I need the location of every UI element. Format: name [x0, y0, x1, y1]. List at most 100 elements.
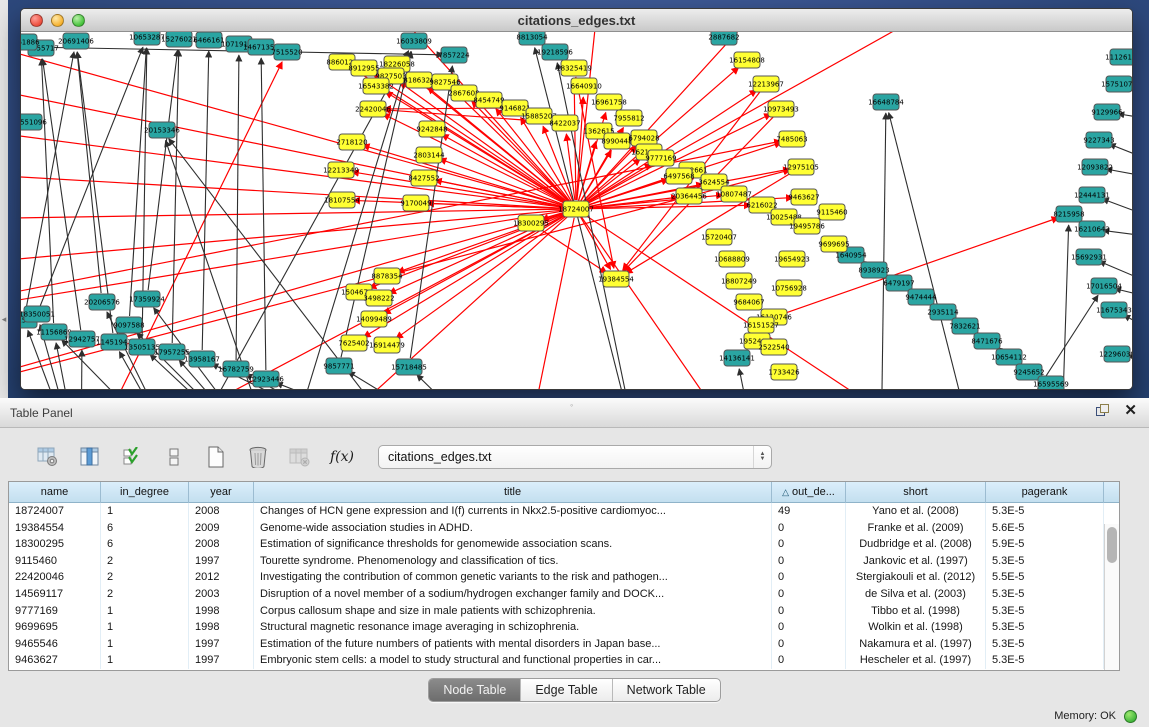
- column-header-in_degree[interactable]: in_degree: [101, 482, 189, 503]
- graph-node[interactable]: 16033809: [396, 33, 432, 49]
- select-columns-button[interactable]: [76, 443, 104, 471]
- graph-node[interactable]: 12213349: [323, 162, 359, 178]
- float-panel-icon[interactable]: [1096, 404, 1110, 418]
- table-select-dropdown[interactable]: citations_edges.txt ▲▼: [378, 445, 772, 469]
- column-header-title[interactable]: title: [254, 482, 772, 503]
- graph-node[interactable]: 11126121: [1105, 49, 1132, 65]
- graph-node[interactable]: 17016504: [1086, 278, 1122, 294]
- table-settings-button[interactable]: [34, 443, 62, 471]
- graph-node[interactable]: 9115460: [816, 204, 847, 220]
- graph-node[interactable]: 8878354: [371, 268, 403, 284]
- graph-node[interactable]: 13958167: [184, 351, 220, 367]
- graph-node[interactable]: 7625402: [338, 335, 369, 351]
- graph-node[interactable]: 15692931: [1071, 249, 1107, 265]
- tab-node-table[interactable]: Node Table: [429, 679, 520, 701]
- split-pane-handle[interactable]: ◦: [570, 400, 573, 410]
- graph-node[interactable]: 12923446: [248, 371, 284, 387]
- graph-node[interactable]: 16640910: [566, 78, 602, 94]
- graph-node[interactable]: 12444131: [1074, 187, 1110, 203]
- graph-node[interactable]: 7857224: [438, 47, 470, 63]
- table-row[interactable]: 1830029562008Estimation of significance …: [9, 536, 1119, 553]
- column-header-pagerank[interactable]: pagerank: [986, 482, 1104, 503]
- tab-edge-table[interactable]: Edge Table: [520, 679, 611, 701]
- graph-node[interactable]: 9097588: [113, 317, 144, 333]
- graph-node[interactable]: 18325419: [556, 60, 592, 76]
- graph-node[interactable]: 6479197: [883, 275, 914, 291]
- network-window-titlebar[interactable]: citations_edges.txt: [21, 9, 1132, 32]
- graph-node[interactable]: 15718485: [391, 359, 427, 375]
- graph-node[interactable]: 20551096: [21, 114, 47, 130]
- graph-node[interactable]: 16648784: [868, 94, 904, 110]
- graph-node[interactable]: 15751074: [1101, 76, 1132, 92]
- memory-ok-indicator[interactable]: [1124, 710, 1137, 723]
- graph-node[interactable]: 19654923: [774, 251, 810, 267]
- graph-node[interactable]: 16914479: [369, 337, 405, 353]
- graph-node[interactable]: 20691406: [58, 33, 94, 49]
- table-row[interactable]: 946554611997Estimation of the future num…: [9, 636, 1119, 653]
- graph-node[interactable]: 18807249: [721, 273, 757, 289]
- table-row[interactable]: 2242004622012Investigating the contribut…: [9, 569, 1119, 586]
- graph-node[interactable]: 20206576: [84, 294, 120, 310]
- graph-node[interactable]: 7955812: [613, 110, 644, 126]
- graph-node[interactable]: 8427552: [408, 170, 439, 186]
- graph-node[interactable]: 14136141: [719, 350, 755, 366]
- graph-node[interactable]: 10654112: [991, 349, 1027, 365]
- close-panel-icon[interactable]: ✕: [1124, 404, 1137, 418]
- graph-node[interactable]: 8813054: [516, 32, 548, 45]
- graph-node[interactable]: 12975105: [783, 159, 819, 175]
- graph-node[interactable]: 7832621: [949, 318, 980, 334]
- graph-node[interactable]: 7485063: [776, 131, 807, 147]
- graph-node[interactable]: 18300295: [513, 215, 549, 231]
- graph-node[interactable]: 6497568: [663, 168, 694, 184]
- graph-node[interactable]: 9170049: [400, 195, 431, 211]
- graph-node[interactable]: 9227343: [1083, 132, 1114, 148]
- table-row[interactable]: 1872400712008Changes of HCN gene express…: [9, 503, 1119, 520]
- column-header-name[interactable]: name: [9, 482, 101, 503]
- graph-node[interactable]: 20153346: [144, 122, 180, 138]
- graph-node[interactable]: 15276021: [161, 32, 197, 47]
- graph-node[interactable]: 9474444: [905, 289, 937, 305]
- graph-node[interactable]: 19384554: [598, 271, 634, 287]
- tab-network-table[interactable]: Network Table: [612, 679, 720, 701]
- vertical-scrollbar[interactable]: [1104, 524, 1119, 670]
- table-row[interactable]: 1938455462009Genome-wide association stu…: [9, 520, 1119, 537]
- graph-node[interactable]: 16961758: [591, 94, 627, 110]
- table-row[interactable]: 946362711997Embryonic stem cells: a mode…: [9, 652, 1119, 669]
- network-view-canvas[interactable]: 1405571720691406106532871527602164661611…: [21, 32, 1132, 389]
- delete-rows-button[interactable]: [244, 443, 272, 471]
- column-header-out_de[interactable]: △out_de...: [772, 482, 846, 503]
- graph-node[interactable]: 2718120: [336, 134, 367, 150]
- column-header-short[interactable]: short: [846, 482, 986, 503]
- graph-node[interactable]: 12093822: [1077, 159, 1113, 175]
- graph-node[interactable]: 9242848: [416, 121, 447, 137]
- graph-node[interactable]: 8215958: [1053, 206, 1084, 222]
- graph-node[interactable]: 2887682: [708, 32, 739, 45]
- graph-node[interactable]: 1733426: [768, 364, 800, 380]
- graph-node[interactable]: 14099489: [356, 311, 392, 327]
- table-row[interactable]: 977716911998Corpus callosum shape and si…: [9, 603, 1119, 620]
- graph-node[interactable]: 22420046: [355, 101, 391, 117]
- create-table-button[interactable]: [202, 443, 230, 471]
- graph-node[interactable]: 12296039: [1099, 346, 1132, 362]
- graph-node[interactable]: 8471676: [971, 333, 1003, 349]
- graph-node[interactable]: 10653287: [129, 32, 165, 45]
- graph-node[interactable]: 17359924: [129, 291, 165, 307]
- graph-node[interactable]: 8938923: [858, 262, 889, 278]
- table-row[interactable]: 911546021997Tourette syndrome. Phenomeno…: [9, 553, 1119, 570]
- table-row[interactable]: 1456911722003Disruption of a novel membe…: [9, 586, 1119, 603]
- scrollbar-thumb[interactable]: [1107, 527, 1117, 563]
- graph-node[interactable]: 10688809: [714, 251, 750, 267]
- graph-node[interactable]: 11675343: [1096, 302, 1132, 318]
- graph-node[interactable]: 10756928: [771, 280, 807, 296]
- graph-node[interactable]: 12942757: [64, 331, 100, 347]
- graph-node[interactable]: 6466161: [193, 32, 224, 48]
- graph-node[interactable]: 8422037: [549, 115, 580, 131]
- graph-node[interactable]: 9699695: [818, 236, 849, 252]
- graph-node[interactable]: 9857771: [323, 358, 354, 374]
- graph-node[interactable]: 9961886: [21, 34, 40, 50]
- graph-node[interactable]: 16595569: [1033, 376, 1069, 389]
- graph-node[interactable]: 3498222: [363, 290, 394, 306]
- split-panel-button[interactable]: [160, 443, 188, 471]
- graph-node[interactable]: 16151527: [743, 317, 779, 333]
- graph-node[interactable]: 16210643: [1074, 221, 1110, 237]
